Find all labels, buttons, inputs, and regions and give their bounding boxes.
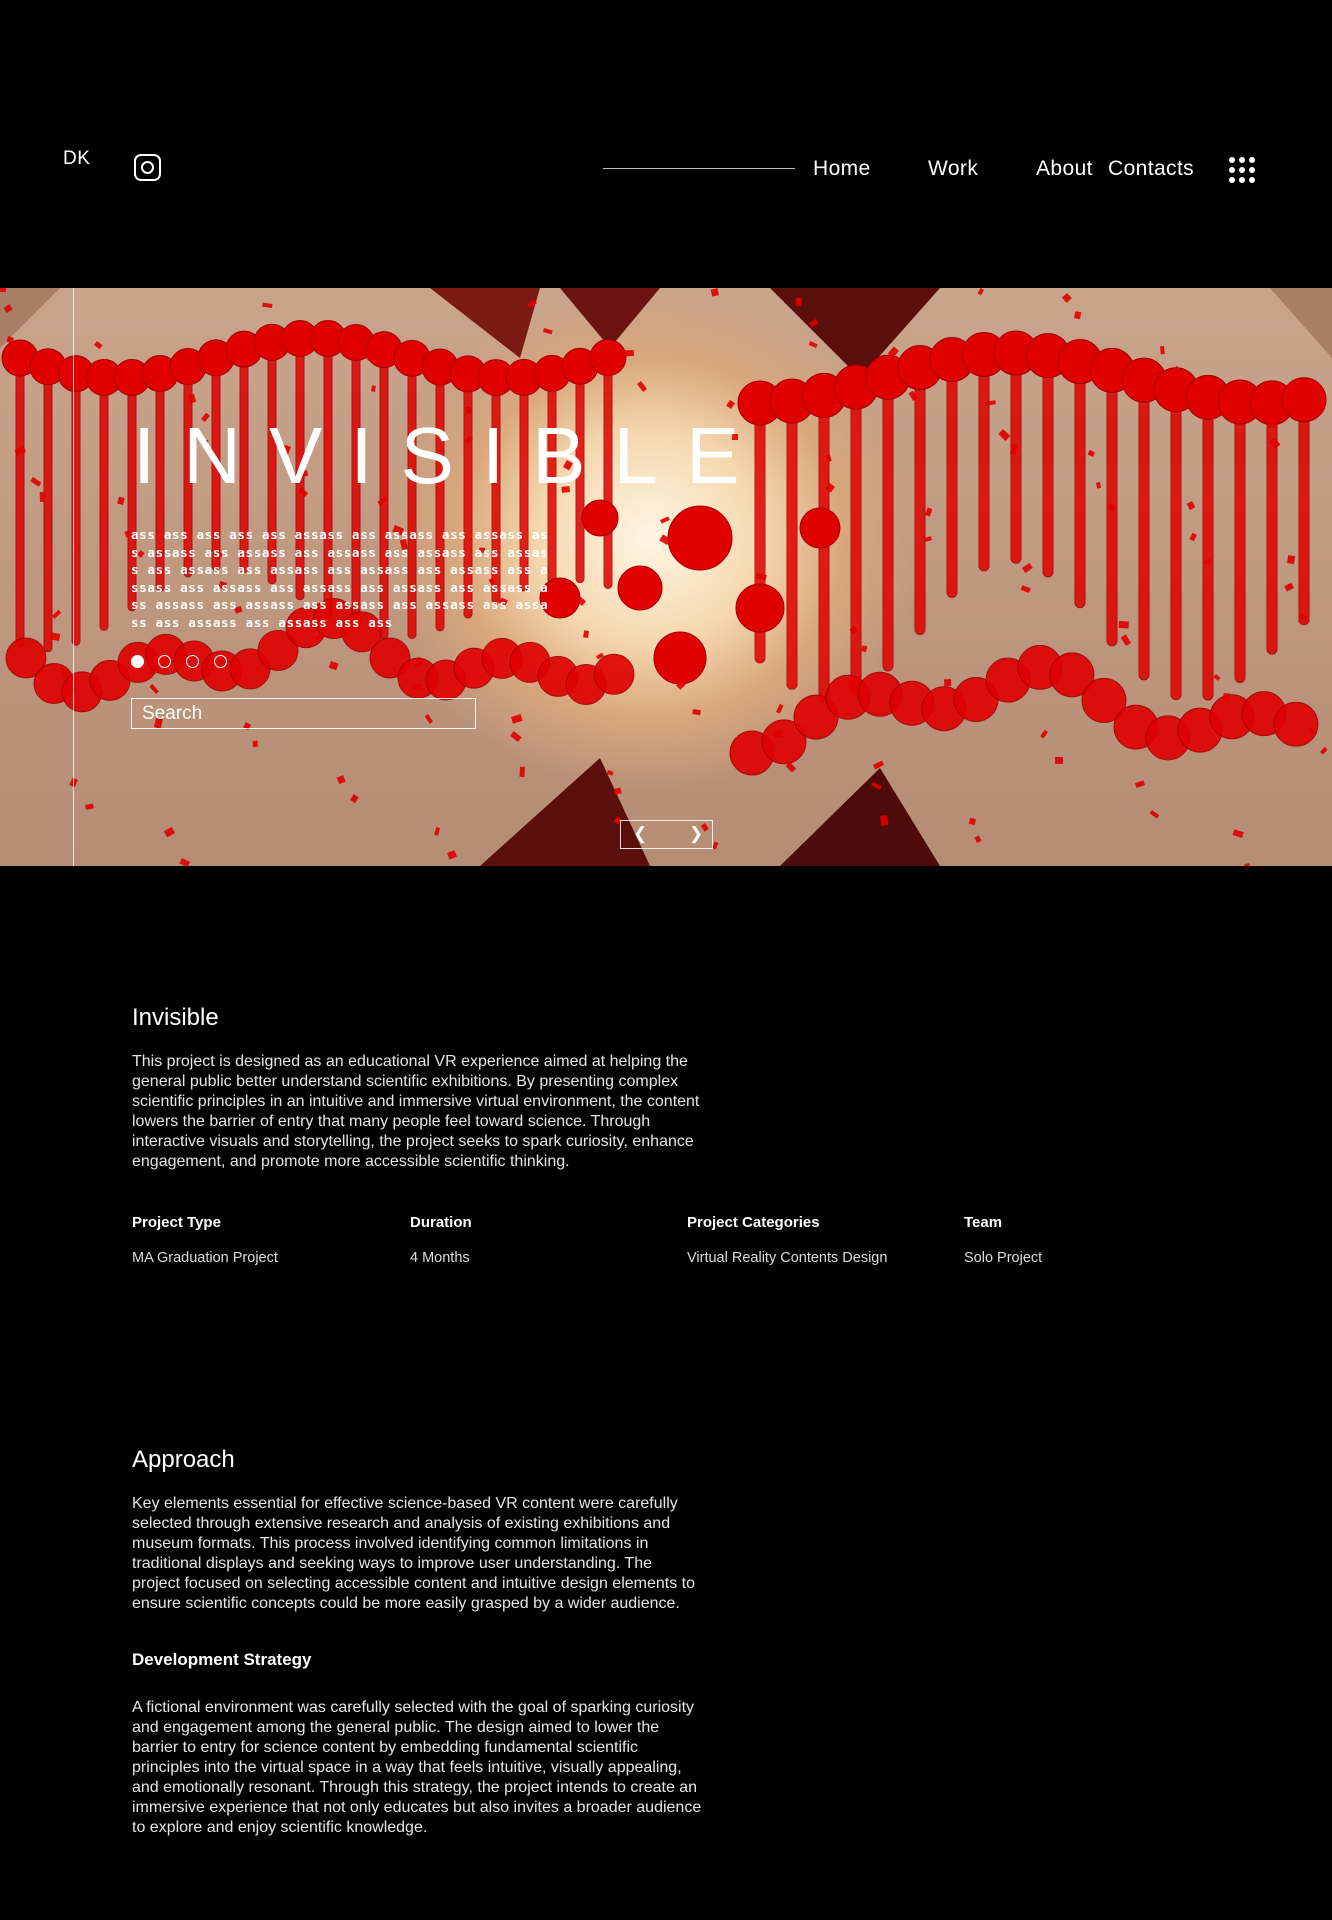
hero-title: INVISIBLE bbox=[133, 411, 768, 500]
meta-label-categories: Project Categories bbox=[687, 1214, 820, 1231]
hero-banner: INVISIBLE ass ass ass ass ass assass ass… bbox=[0, 288, 1332, 866]
nav-work[interactable]: Work bbox=[928, 157, 978, 181]
meta-label-duration: Duration bbox=[410, 1214, 472, 1231]
hero-body-text: ass ass ass ass ass assass ass assass as… bbox=[131, 527, 549, 630]
slide-dot-4[interactable] bbox=[214, 655, 227, 668]
slide-pager: ❮ ❯ bbox=[620, 820, 713, 849]
slide-dot-2[interactable] bbox=[158, 655, 171, 668]
strategy-text: A fictional environment was carefully se… bbox=[132, 1699, 702, 1836]
meta-value-categories: Virtual Reality Contents Design bbox=[687, 1250, 888, 1266]
hero-vertical-line bbox=[73, 288, 74, 866]
slide-dot-1[interactable] bbox=[131, 655, 144, 668]
search-input[interactable] bbox=[131, 698, 476, 729]
chevron-right-icon[interactable]: ❯ bbox=[689, 825, 703, 843]
meta-label-project-type: Project Type bbox=[132, 1214, 221, 1231]
approach-text: Key elements essential for effective sci… bbox=[132, 1495, 696, 1612]
strategy-title: Development Strategy bbox=[132, 1650, 312, 1669]
chevron-left-icon[interactable]: ❮ bbox=[633, 825, 647, 843]
nav-about[interactable]: About bbox=[1036, 157, 1093, 181]
nav-divider-line bbox=[603, 168, 795, 169]
intro-title: Invisible bbox=[132, 1004, 219, 1031]
intro-text: This project is designed as an education… bbox=[132, 1053, 700, 1170]
meta-value-duration: 4 Months bbox=[410, 1250, 470, 1266]
meta-label-team: Team bbox=[964, 1214, 1003, 1231]
approach-title: Approach bbox=[132, 1446, 235, 1473]
instagram-icon[interactable] bbox=[134, 154, 161, 181]
nav-home[interactable]: Home bbox=[813, 157, 871, 181]
meta-value-project-type: MA Graduation Project bbox=[132, 1250, 278, 1266]
slide-dot-3[interactable] bbox=[186, 655, 199, 668]
meta-value-team: Solo Project bbox=[964, 1250, 1043, 1266]
site-logo[interactable]: DK bbox=[63, 148, 90, 170]
nav-contacts[interactable]: Contacts bbox=[1108, 157, 1194, 181]
menu-grid-icon[interactable] bbox=[1229, 157, 1255, 183]
